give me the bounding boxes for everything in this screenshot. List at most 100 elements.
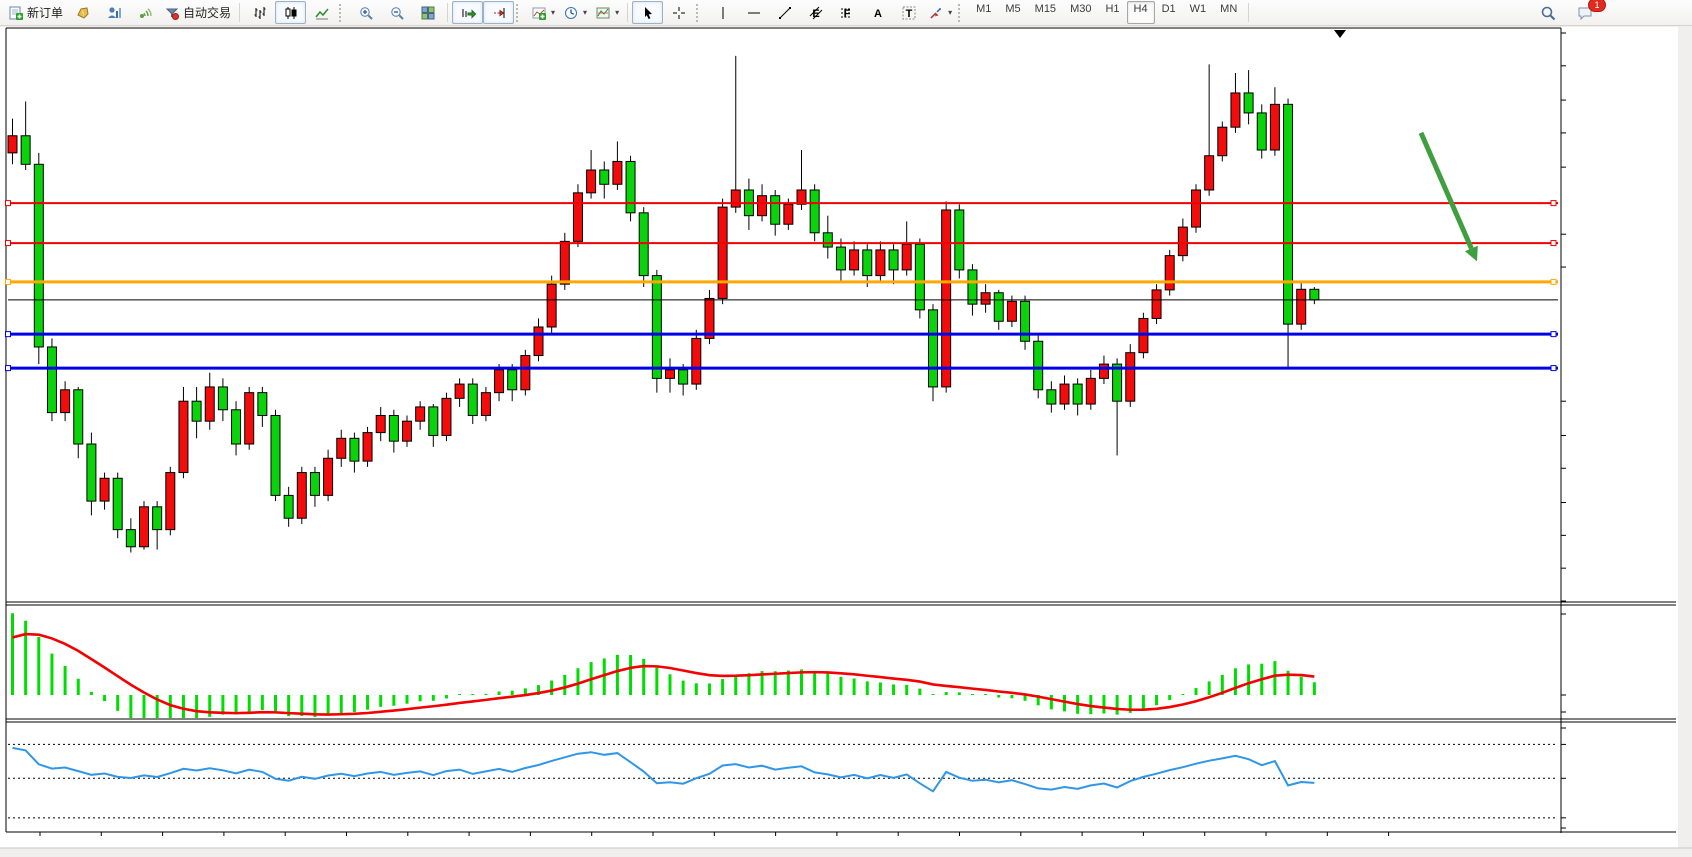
chart-shift-button[interactable]: [483, 1, 514, 24]
date-axis-label: 25 Apr 12:00: [686, 836, 743, 847]
timeframe-m1-button[interactable]: M1: [969, 1, 998, 24]
arrows-button[interactable]: ▾: [924, 1, 956, 24]
notification-count-badge: 1: [1588, 0, 1606, 12]
date-axis-label: 26 Apr 20:00: [809, 836, 866, 847]
indicators-button[interactable]: ▾: [527, 1, 559, 24]
metaeditor-button[interactable]: [67, 1, 98, 24]
zoomin-icon: [358, 5, 374, 21]
crosshair-button[interactable]: [663, 1, 694, 24]
macd-indicator-label: MACD(12,26,9) 0.000718 0.001172: [10, 608, 93, 656]
horizontal-line-button[interactable]: [738, 1, 769, 24]
equidistant-channel-button[interactable]: E: [800, 1, 831, 24]
y-axis-label: 1.09165: [1567, 562, 1607, 574]
timeframe-w1-button[interactable]: W1: [1183, 1, 1214, 24]
timeframe-d1-button[interactable]: D1: [1155, 1, 1183, 24]
timeframe-h1-button[interactable]: H1: [1098, 1, 1126, 24]
date-axis-label: 4 May 04:00: [1300, 836, 1355, 847]
toolbar-separator: [627, 3, 628, 22]
svg-text:A: A: [874, 8, 882, 20]
periods-icon: [563, 5, 579, 21]
tile-windows-button[interactable]: [412, 1, 443, 24]
chevron-down-icon: ▾: [948, 8, 952, 17]
timeframe-m30-button[interactable]: M30: [1063, 1, 1098, 24]
axis-price-badge: 1.10444: [1562, 197, 1619, 210]
auto-trading-button[interactable]: 自动交易: [160, 1, 235, 24]
bar-chart-button[interactable]: [244, 1, 275, 24]
hline-icon: [746, 5, 762, 21]
rsi-axis-label: 50: [1567, 772, 1579, 784]
open-value: 1.10142: [100, 31, 140, 43]
search-button[interactable]: [1532, 1, 1563, 24]
trend-icon: [777, 5, 793, 21]
toolbar-separator: [958, 4, 965, 22]
zoom-in-button[interactable]: [350, 1, 381, 24]
chart-window[interactable]: [0, 27, 1678, 848]
macd-signal-value: 0.001172: [16, 644, 61, 656]
toolbar-separator: [1248, 3, 1249, 22]
new-order-button[interactable]: 新订单: [4, 1, 67, 24]
date-axis-label: 20 Apr 04:00: [379, 836, 436, 847]
vline-icon: [715, 5, 731, 21]
timeframe-mn-button[interactable]: MN: [1213, 1, 1244, 24]
notifications-chat-button[interactable]: 1: [1569, 1, 1600, 24]
toolbar-separator: [239, 3, 240, 22]
close-value: 1.10105: [237, 31, 277, 43]
y-axis-label: 1.11040: [1567, 27, 1606, 39]
templates-icon: [595, 5, 611, 21]
auto-scroll-button[interactable]: [452, 1, 483, 24]
date-axis-label: 19 Apr 12:00: [318, 836, 375, 847]
date-axis-label: 27 Apr 12:00: [870, 836, 927, 847]
neworder-icon: [8, 5, 24, 21]
rsi-name: RSI(14): [16, 737, 54, 749]
periods-button[interactable]: ▾: [559, 1, 591, 24]
macd-name: MACD(12,26,9): [16, 620, 92, 632]
timeframe-m15-button[interactable]: M15: [1028, 1, 1063, 24]
date-axis-label: 24 Apr 04:00: [563, 836, 620, 847]
arrows-icon: [928, 5, 944, 21]
timeframe-h4-button[interactable]: H4: [1127, 1, 1155, 24]
macd-axis-label: -0.001208: [1567, 705, 1617, 717]
text-label-button[interactable]: T: [893, 1, 924, 24]
fibonacci-button[interactable]: F: [831, 1, 862, 24]
templates-button[interactable]: ▾: [591, 1, 623, 24]
date-axis-label: 3 May 12:00: [1238, 836, 1293, 847]
text-button[interactable]: A: [862, 1, 893, 24]
text-icon: A: [870, 5, 886, 21]
candles-icon: [283, 5, 299, 21]
cursor-button[interactable]: [632, 1, 663, 24]
date-axis-label: 16 Apr 23:00: [73, 836, 130, 847]
axis-price-badge: 1.10168: [1562, 275, 1619, 288]
date-axis-label: 1 May 12:00: [1055, 836, 1110, 847]
rsi-axis-label: 100: [1567, 721, 1585, 733]
search-icon: [1540, 5, 1556, 21]
chart-info-line: ▼ EURUSD-,H4 1.10142 1.10150 1.10090 1.1…: [11, 31, 277, 43]
rsi-value: 46.6545: [16, 749, 56, 761]
signals-button[interactable]: [129, 1, 160, 24]
y-axis-label: 1.09395: [1567, 497, 1607, 509]
profile-icon: [106, 5, 122, 21]
label-icon: T: [901, 5, 917, 21]
timeframe-m5-button[interactable]: M5: [998, 1, 1027, 24]
chevron-down-icon: ▾: [615, 8, 619, 17]
gold-icon: [75, 5, 91, 21]
line-chart-button[interactable]: [306, 1, 337, 24]
cursor-icon: [640, 5, 656, 21]
y-axis-label: 1.09630: [1567, 429, 1607, 441]
zoom-out-button[interactable]: [381, 1, 412, 24]
one-click-collapse-icon[interactable]: ▼: [11, 31, 19, 43]
autoscroll-icon: [460, 5, 476, 21]
zoomout-icon: [389, 5, 405, 21]
chevron-down-icon: ▾: [551, 8, 555, 17]
profiles-button[interactable]: [98, 1, 129, 24]
vertical-line-button[interactable]: [707, 1, 738, 24]
high-value: 1.10150: [146, 31, 186, 43]
channel-icon: E: [808, 5, 824, 21]
date-axis-label: 17 Apr 12:00: [134, 836, 191, 847]
macd-axis-label: 0.004402: [1567, 608, 1613, 620]
indicators-icon: [531, 5, 547, 21]
trendline-button[interactable]: [769, 1, 800, 24]
bars-icon: [252, 5, 268, 21]
date-axis-label: 2 May 20:00: [1177, 836, 1232, 847]
new-order-button-label: 新订单: [27, 4, 63, 21]
candlestick-chart-button[interactable]: [275, 1, 306, 24]
